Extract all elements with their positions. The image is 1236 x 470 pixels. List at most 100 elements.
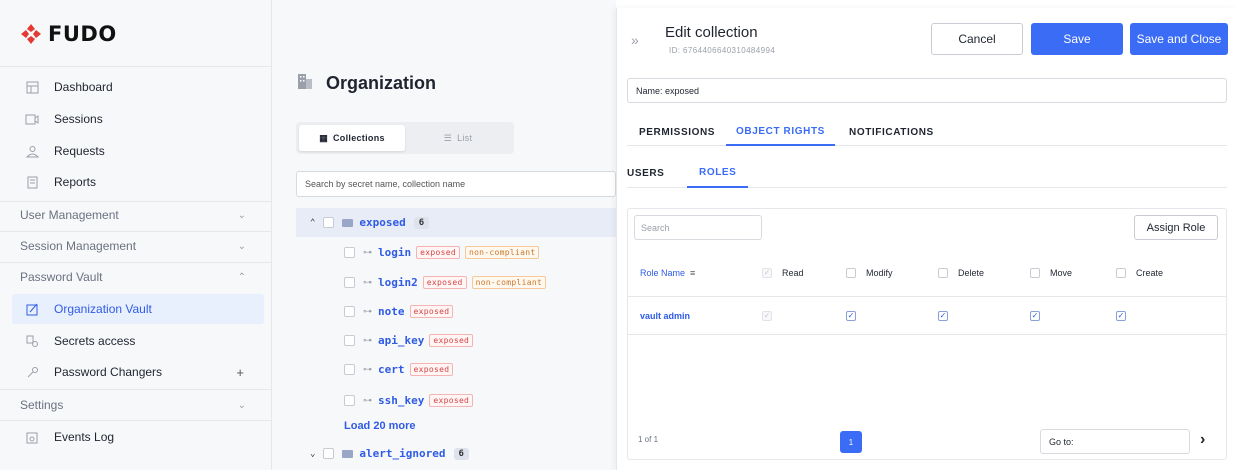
sidebar-item-sessions[interactable]: Sessions — [12, 104, 264, 134]
list-view-button[interactable]: ☰ List — [405, 125, 511, 151]
collection-name: alert_ignored — [359, 447, 446, 460]
page-title: Organization — [296, 72, 436, 95]
sidebar-item-password-changers[interactable]: Password Changers + — [12, 357, 264, 387]
fudo-logo[interactable]: FUDO — [20, 22, 117, 46]
secret-checkbox[interactable] — [344, 247, 355, 258]
create-cell: ✓ — [1116, 297, 1136, 334]
create-checkbox[interactable]: ✓ — [1116, 310, 1126, 321]
role-search-input[interactable]: Search — [634, 215, 762, 240]
grid-header: Role Name ≡ ✓ Read Modify Delete Move Cr… — [628, 249, 1226, 297]
add-password-changer-icon[interactable]: + — [236, 365, 244, 380]
sidebar-item-reports[interactable]: Reports — [12, 167, 264, 197]
edit-collection-panel: » Edit collection ID: 676440664031048499… — [616, 8, 1236, 470]
modify-cell: ✓ — [846, 297, 866, 334]
list-icon: ☰ — [443, 132, 453, 143]
column-delete: Delete — [938, 249, 984, 296]
tree-secret-login[interactable]: ⊶ login exposed non-compliant — [344, 246, 540, 259]
key-icon: ⊶ — [363, 364, 372, 375]
goto-page-input[interactable]: Go to: — [1040, 429, 1190, 454]
sort-icon[interactable]: ≡ — [690, 268, 695, 278]
list-view-label: List — [457, 133, 473, 143]
sessions-icon — [24, 111, 40, 127]
save-button[interactable]: Save — [1031, 23, 1123, 55]
read-checkbox: ✓ — [762, 310, 772, 321]
sidebar-group-user-management[interactable]: User Management ⌄ — [20, 203, 246, 227]
tree-collection-alert-ignored[interactable]: ⌄ alert_ignored 6 — [310, 447, 469, 460]
create-all-checkbox[interactable] — [1116, 267, 1126, 278]
tree-secret-login2[interactable]: ⊶ login2 exposed non-compliant — [344, 276, 547, 289]
delete-checkbox[interactable]: ✓ — [938, 310, 948, 321]
sidebar-group-settings[interactable]: Settings ⌄ — [20, 393, 246, 417]
collection-checkbox[interactable] — [323, 448, 335, 459]
sidebar-item-dashboard[interactable]: Dashboard — [12, 72, 264, 102]
column-label: Role Name — [640, 267, 686, 278]
sidebar-item-secrets-access[interactable]: Secrets access — [12, 326, 264, 356]
modify-checkbox[interactable]: ✓ — [846, 310, 856, 321]
panel-title: Edit collection — [665, 24, 758, 41]
sidebar-item-requests[interactable]: Requests — [12, 136, 264, 166]
status-tag-exposed: exposed — [409, 305, 454, 318]
tree-secret-cert[interactable]: ⊶ cert exposed — [344, 363, 454, 376]
chevron-down-icon: ⌄ — [237, 240, 246, 252]
tree-collection-exposed[interactable]: ⌃ exposed 6 — [310, 216, 430, 229]
collections-view-button[interactable]: ▦ Collections — [299, 125, 405, 151]
sidebar-item-label: Requests — [54, 144, 105, 158]
tree-secret-api-key[interactable]: ⊶ api_key exposed — [344, 334, 474, 347]
modify-all-checkbox[interactable] — [846, 267, 856, 278]
subtab-users[interactable]: USERS — [627, 158, 664, 188]
secret-checkbox[interactable] — [344, 306, 355, 317]
expand-panel-icon[interactable]: » — [631, 32, 639, 48]
load-more-link[interactable]: Load 20 more — [344, 420, 416, 432]
sidebar-item-events-log[interactable]: Events Log — [12, 422, 264, 452]
chevron-right-icon[interactable]: › — [1200, 431, 1205, 449]
column-role-name[interactable]: Role Name ≡ — [640, 249, 695, 296]
chevron-up-icon[interactable]: ⌃ — [310, 218, 315, 228]
move-checkbox[interactable]: ✓ — [1030, 310, 1040, 321]
column-move: Move — [1030, 249, 1072, 296]
secret-checkbox[interactable] — [344, 335, 355, 346]
sidebar-group-session-management[interactable]: Session Management ⌄ — [20, 234, 246, 258]
column-read: ✓ Read — [762, 249, 804, 296]
move-all-checkbox[interactable] — [1030, 267, 1040, 278]
folder-icon — [342, 218, 354, 227]
page-button-current[interactable]: 1 — [840, 431, 862, 453]
tab-notifications[interactable]: NOTIFICATIONS — [849, 118, 934, 146]
secret-checkbox[interactable] — [344, 364, 355, 375]
events-log-icon — [24, 429, 40, 445]
tree-secret-note[interactable]: ⊶ note exposed — [344, 305, 454, 318]
subtab-roles[interactable]: ROLES — [687, 158, 749, 188]
delete-all-checkbox[interactable] — [938, 267, 948, 278]
sidebar-item-organization-vault[interactable]: Organization Vault — [12, 294, 264, 324]
sidebar-divider — [0, 66, 272, 67]
role-name[interactable]: vault admin — [640, 297, 690, 334]
tree-secret-ssh-key[interactable]: ⊶ ssh_key exposed — [344, 394, 474, 407]
secrets-access-icon — [24, 333, 40, 349]
sidebar-item-label: Organization Vault — [54, 302, 152, 316]
password-changers-icon — [24, 364, 40, 380]
tab-object-rights[interactable]: OBJECT RIGHTS — [726, 118, 835, 146]
collection-count-badge: 6 — [413, 216, 430, 229]
page-info: 1 of 1 — [638, 435, 659, 444]
panel-tabs: PERMISSIONS OBJECT RIGHTS NOTIFICATIONS — [627, 118, 1227, 146]
assign-role-button[interactable]: Assign Role — [1134, 215, 1218, 240]
column-label: Modify — [866, 267, 893, 278]
status-tag-exposed: exposed — [429, 394, 474, 407]
chevron-down-icon[interactable]: ⌄ — [310, 449, 315, 459]
table-row: vault admin ✓ ✓ ✓ ✓ ✓ — [628, 297, 1226, 335]
read-all-checkbox: ✓ — [762, 267, 772, 278]
secret-search-input[interactable]: Search by secret name, collection name — [296, 171, 616, 197]
tab-permissions[interactable]: PERMISSIONS — [639, 118, 715, 146]
requests-icon — [24, 143, 40, 159]
collection-checkbox[interactable] — [323, 217, 335, 228]
secret-checkbox[interactable] — [344, 277, 355, 288]
move-cell: ✓ — [1030, 297, 1050, 334]
status-tag-non-compliant: non-compliant — [471, 276, 547, 289]
save-and-close-button[interactable]: Save and Close — [1130, 23, 1228, 55]
brand-name: FUDO — [48, 22, 117, 46]
cancel-button[interactable]: Cancel — [931, 23, 1023, 55]
sidebar-group-label: User Management — [20, 208, 119, 222]
secret-checkbox[interactable] — [344, 395, 355, 406]
sidebar-group-password-vault[interactable]: Password Vault ⌃ — [20, 265, 246, 289]
collection-name-field[interactable]: Name: exposed — [627, 78, 1227, 103]
sidebar-divider — [0, 389, 272, 390]
